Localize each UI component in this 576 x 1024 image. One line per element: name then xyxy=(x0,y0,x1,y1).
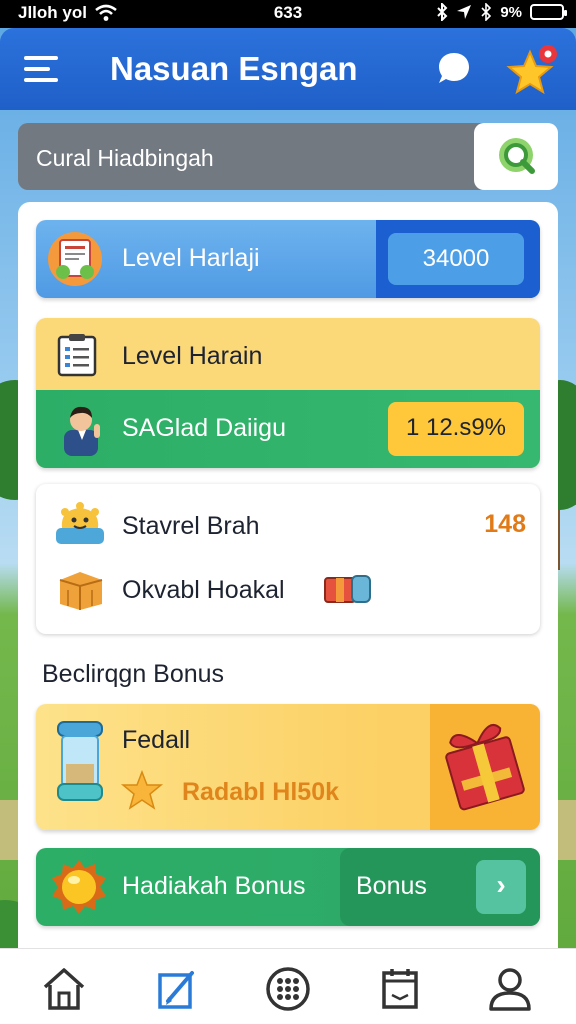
chat-bubble-icon[interactable] xyxy=(436,50,472,86)
app-bar: Nasuan Esngan xyxy=(0,28,576,110)
star-notification-icon[interactable] xyxy=(504,42,564,102)
gift-box-panel xyxy=(430,704,540,830)
mascot-icon xyxy=(56,502,104,544)
bonus-button-label: Bonus xyxy=(356,872,427,900)
certificate-icon xyxy=(48,232,102,286)
clipboard-icon xyxy=(57,334,97,377)
crate-icon xyxy=(59,572,103,610)
level-harain-label: Level Harain xyxy=(122,342,263,370)
battery-icon xyxy=(530,4,567,20)
gift-box-icon xyxy=(445,724,525,811)
saglad-row[interactable]: SAGlad Daiigu 1 12.s9% xyxy=(36,390,540,468)
hadiakah-card[interactable]: Hadiakah Bonus Bonus › xyxy=(36,848,540,926)
level-harlaji-value: 34000 xyxy=(388,233,524,285)
stavrel-label: Stavrel Brah xyxy=(122,512,260,540)
level-harlaji-label: Level Harlaji xyxy=(122,244,260,272)
app-title: Nasuan Esngan xyxy=(110,50,358,87)
saglad-label: SAGlad Daiigu xyxy=(122,414,286,442)
menu-icon[interactable] xyxy=(24,56,58,82)
battery-percent: 9% xyxy=(500,3,522,21)
hadiakah-label: Hadiakah Bonus xyxy=(122,872,306,900)
okvabl-label: Okvabl Hoakal xyxy=(122,576,285,604)
parcel-icon xyxy=(324,575,371,603)
home-icon[interactable] xyxy=(40,965,88,1013)
grid-menu-icon[interactable] xyxy=(264,965,312,1013)
stavrel-card[interactable]: Stavrel Brah 148 Okvabl Hoakal xyxy=(36,484,540,634)
chevron-right-icon[interactable]: › xyxy=(476,860,526,914)
hourglass-icon xyxy=(57,721,103,801)
gold-coin-icon xyxy=(52,860,106,914)
level-harlaji-value-box: 34000 xyxy=(376,220,540,298)
level-harlaji-card[interactable]: Level Harlaji 34000 xyxy=(36,220,540,298)
status-bar: Jlloh yol 633 9% xyxy=(0,0,576,28)
search-button[interactable] xyxy=(474,123,558,190)
star-icon xyxy=(120,770,164,810)
calendar-icon[interactable] xyxy=(376,965,424,1013)
main-panel: Level Harlaji 34000 Level Harain SAGlad … xyxy=(18,202,558,962)
fedall-card[interactable]: Fedall Radabl Hl50k xyxy=(36,704,540,830)
edit-icon[interactable] xyxy=(152,965,200,1013)
bluetooth-icon xyxy=(437,3,448,21)
signal-icon xyxy=(481,3,492,21)
stavrel-count: 148 xyxy=(484,510,526,538)
saglad-value: 1 12.s9% xyxy=(388,402,524,456)
search-bar: Cural Hiadbingah xyxy=(18,123,558,190)
profile-icon[interactable] xyxy=(486,965,534,1013)
fedall-label: Fedall xyxy=(122,726,191,754)
search-icon xyxy=(499,138,535,174)
location-arrow-icon xyxy=(457,5,472,19)
bonus-section-title: Beclirqgn Bonus xyxy=(42,660,225,688)
search-input[interactable]: Cural Hiadbingah xyxy=(18,123,488,190)
student-avatar-icon xyxy=(64,406,100,456)
fedall-sub-label: Radabl Hl50k xyxy=(182,778,340,806)
bonus-claim-area[interactable]: Bonus › xyxy=(340,848,540,926)
level-harain-card[interactable]: Level Harain SAGlad Daiigu 1 12.s9% xyxy=(36,318,540,468)
bottom-navigation xyxy=(0,948,576,1024)
